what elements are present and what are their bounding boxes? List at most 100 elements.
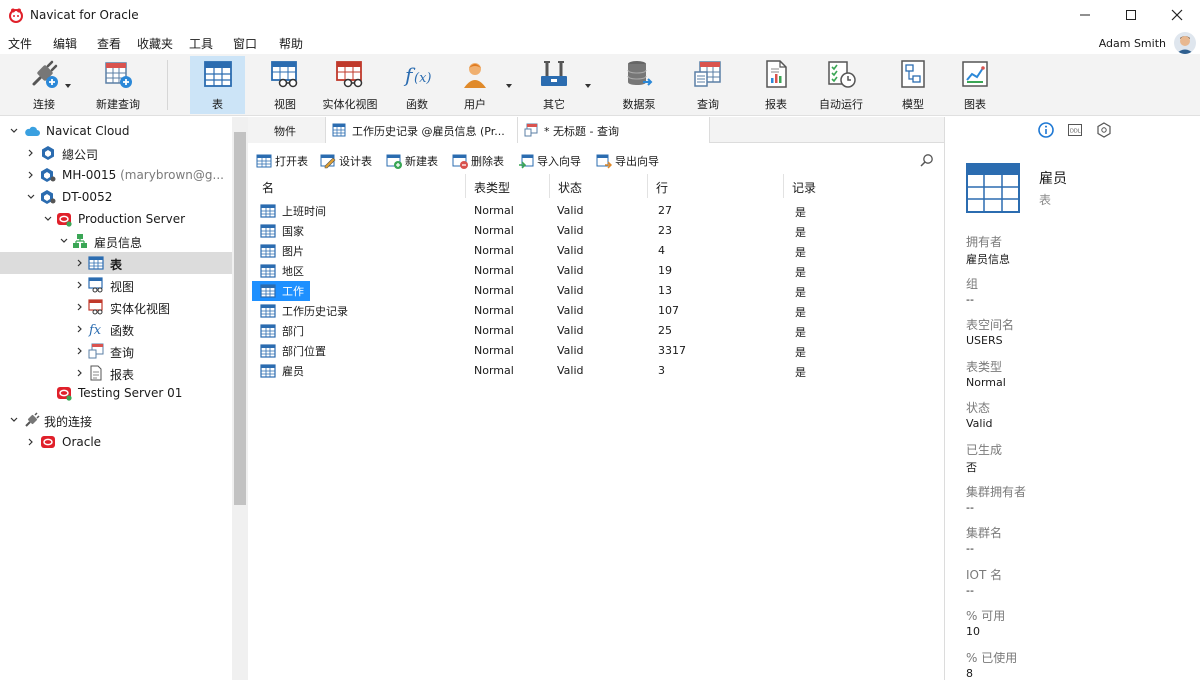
- report-button[interactable]: 报表: [758, 56, 794, 114]
- tree-scrollbar-thumb[interactable]: [234, 132, 246, 505]
- query-icon: [524, 123, 538, 137]
- table-row[interactable]: 工作历史记录 Normal Valid 107 是: [248, 301, 944, 321]
- tree-item-company[interactable]: 總公司: [0, 142, 232, 164]
- chevron-down-icon[interactable]: [10, 127, 18, 135]
- column-header-rows[interactable]: 行: [648, 174, 784, 198]
- close-button[interactable]: [1154, 0, 1200, 30]
- user-button[interactable]: 用户: [455, 56, 495, 114]
- menu-edit[interactable]: 编辑: [53, 35, 77, 52]
- view-button[interactable]: 视图: [262, 56, 308, 114]
- chevron-down-icon[interactable]: [60, 237, 68, 245]
- chevron-right-icon[interactable]: [76, 281, 84, 289]
- table-name-cell[interactable]: 部门位置: [252, 341, 332, 361]
- tree-item-production-server[interactable]: Production Server: [0, 208, 232, 230]
- tree-item-functions[interactable]: fx 函数: [0, 318, 232, 340]
- new-query-button[interactable]: 新建查询: [88, 56, 148, 114]
- table-row[interactable]: 地区 Normal Valid 19 是: [248, 261, 944, 281]
- table-name-cell[interactable]: 雇员: [252, 361, 310, 381]
- minimize-button[interactable]: [1062, 0, 1108, 30]
- chevron-right-icon[interactable]: [76, 325, 84, 333]
- menu-view[interactable]: 查看: [97, 35, 121, 52]
- column-header-logging[interactable]: 记录: [784, 174, 944, 198]
- chevron-down-icon[interactable]: [44, 215, 52, 223]
- table-row[interactable]: 上班时间 Normal Valid 27 是: [248, 201, 944, 221]
- chevron-right-icon[interactable]: [27, 171, 35, 179]
- tree-item-testing-server[interactable]: Testing Server 01: [0, 382, 232, 404]
- table-name-cell[interactable]: 工作历史记录: [252, 301, 354, 321]
- new-table-button[interactable]: 新建表: [386, 152, 438, 170]
- chevron-down-icon[interactable]: [65, 84, 71, 88]
- data-pump-button[interactable]: 数据泵: [616, 56, 662, 114]
- table-button[interactable]: 表: [190, 56, 245, 114]
- chevron-right-icon[interactable]: [76, 303, 84, 311]
- chart-button[interactable]: 图表: [957, 56, 993, 114]
- materialized-view-button[interactable]: 实体化视图: [322, 56, 378, 114]
- column-header-name[interactable]: 名: [254, 174, 466, 198]
- tab-history[interactable]: 工作历史记录 @雇员信息 (Pr...: [326, 117, 518, 143]
- tree-item-reports[interactable]: 报表: [0, 362, 232, 384]
- automation-button[interactable]: 自动运行: [816, 56, 866, 114]
- table-name-cell[interactable]: 部门: [252, 321, 310, 341]
- others-button[interactable]: 其它: [532, 56, 576, 114]
- ddl-icon[interactable]: DDL: [1067, 122, 1083, 138]
- tab-objects[interactable]: 物件: [248, 117, 326, 143]
- tree-item-my-connections[interactable]: 我的连接: [0, 409, 232, 431]
- model-button[interactable]: 模型: [896, 56, 930, 114]
- export-wizard-button[interactable]: 导出向导: [596, 152, 659, 170]
- delete-table-button[interactable]: 删除表: [452, 152, 504, 170]
- column-header-table-type[interactable]: 表类型: [466, 174, 550, 198]
- table-row[interactable]: 图片 Normal Valid 4 是: [248, 241, 944, 261]
- menu-file[interactable]: 文件: [8, 35, 32, 52]
- avatar[interactable]: [1174, 32, 1196, 54]
- tree-item-mh-0015[interactable]: MH-0015 (marybrown@g...: [0, 164, 232, 186]
- chevron-right-icon[interactable]: [76, 347, 84, 355]
- column-header-status[interactable]: 状态: [550, 174, 648, 198]
- dependencies-icon[interactable]: [1096, 122, 1112, 138]
- tree-item-navicat-cloud[interactable]: Navicat Cloud: [0, 120, 232, 142]
- table-row[interactable]: 雇员 Normal Valid 3 是: [248, 361, 944, 381]
- chevron-right-icon[interactable]: [76, 259, 84, 267]
- tree-item-queries[interactable]: 查询: [0, 340, 232, 362]
- import-wizard-button[interactable]: 导入向导: [518, 152, 581, 170]
- table-row[interactable]: 国家 Normal Valid 23 是: [248, 221, 944, 241]
- maximize-button[interactable]: [1108, 0, 1154, 30]
- chevron-down-icon[interactable]: [506, 84, 512, 88]
- function-button[interactable]: f (x) 函数: [397, 56, 437, 114]
- chevron-down-icon[interactable]: [27, 193, 35, 201]
- table-row[interactable]: 部门 Normal Valid 25 是: [248, 321, 944, 341]
- tree-item-mviews[interactable]: 实体化视图: [0, 296, 232, 318]
- table-icon: [260, 204, 276, 218]
- user-name[interactable]: Adam Smith: [1099, 37, 1166, 50]
- tree-item-dt-0052[interactable]: DT-0052: [0, 186, 232, 208]
- tree-item-oracle[interactable]: Oracle: [0, 431, 232, 453]
- table-name-cell[interactable]: 地区: [252, 261, 310, 281]
- design-table-button[interactable]: 设计表: [320, 152, 372, 170]
- chevron-down-icon[interactable]: [585, 84, 591, 88]
- query-button[interactable]: 查询: [690, 56, 726, 114]
- menu-window[interactable]: 窗口: [233, 35, 257, 52]
- tree-item-tables[interactable]: 表: [0, 252, 232, 274]
- table-name-cell[interactable]: 工作: [252, 281, 310, 301]
- chevron-down-icon[interactable]: [10, 416, 18, 424]
- row-count-cell: 3: [658, 364, 665, 377]
- menu-favorites[interactable]: 收藏夹: [137, 35, 173, 52]
- tree-item-views[interactable]: 视图: [0, 274, 232, 296]
- logging-cell: 是: [795, 246, 806, 259]
- chevron-right-icon[interactable]: [76, 369, 84, 377]
- svg-text:(x): (x): [414, 71, 431, 86]
- table-name-cell[interactable]: 上班时间: [252, 201, 332, 221]
- search-icon[interactable]: [920, 153, 934, 167]
- open-table-button[interactable]: 打开表: [256, 152, 308, 170]
- chevron-right-icon[interactable]: [27, 438, 35, 446]
- tab-untitled-query[interactable]: * 无标题 - 查询: [518, 117, 710, 143]
- menu-help[interactable]: 帮助: [279, 35, 303, 52]
- table-row[interactable]: 工作 Normal Valid 13 是: [248, 281, 944, 301]
- chevron-right-icon[interactable]: [27, 149, 35, 157]
- table-name-cell[interactable]: 国家: [252, 221, 310, 241]
- info-icon[interactable]: [1038, 122, 1054, 138]
- table-row[interactable]: 部门位置 Normal Valid 3317 是: [248, 341, 944, 361]
- tree-item-schema[interactable]: 雇员信息: [0, 230, 232, 252]
- menu-tools[interactable]: 工具: [189, 35, 213, 52]
- property-label: 表类型: [966, 359, 1003, 374]
- table-name-cell[interactable]: 图片: [252, 241, 310, 261]
